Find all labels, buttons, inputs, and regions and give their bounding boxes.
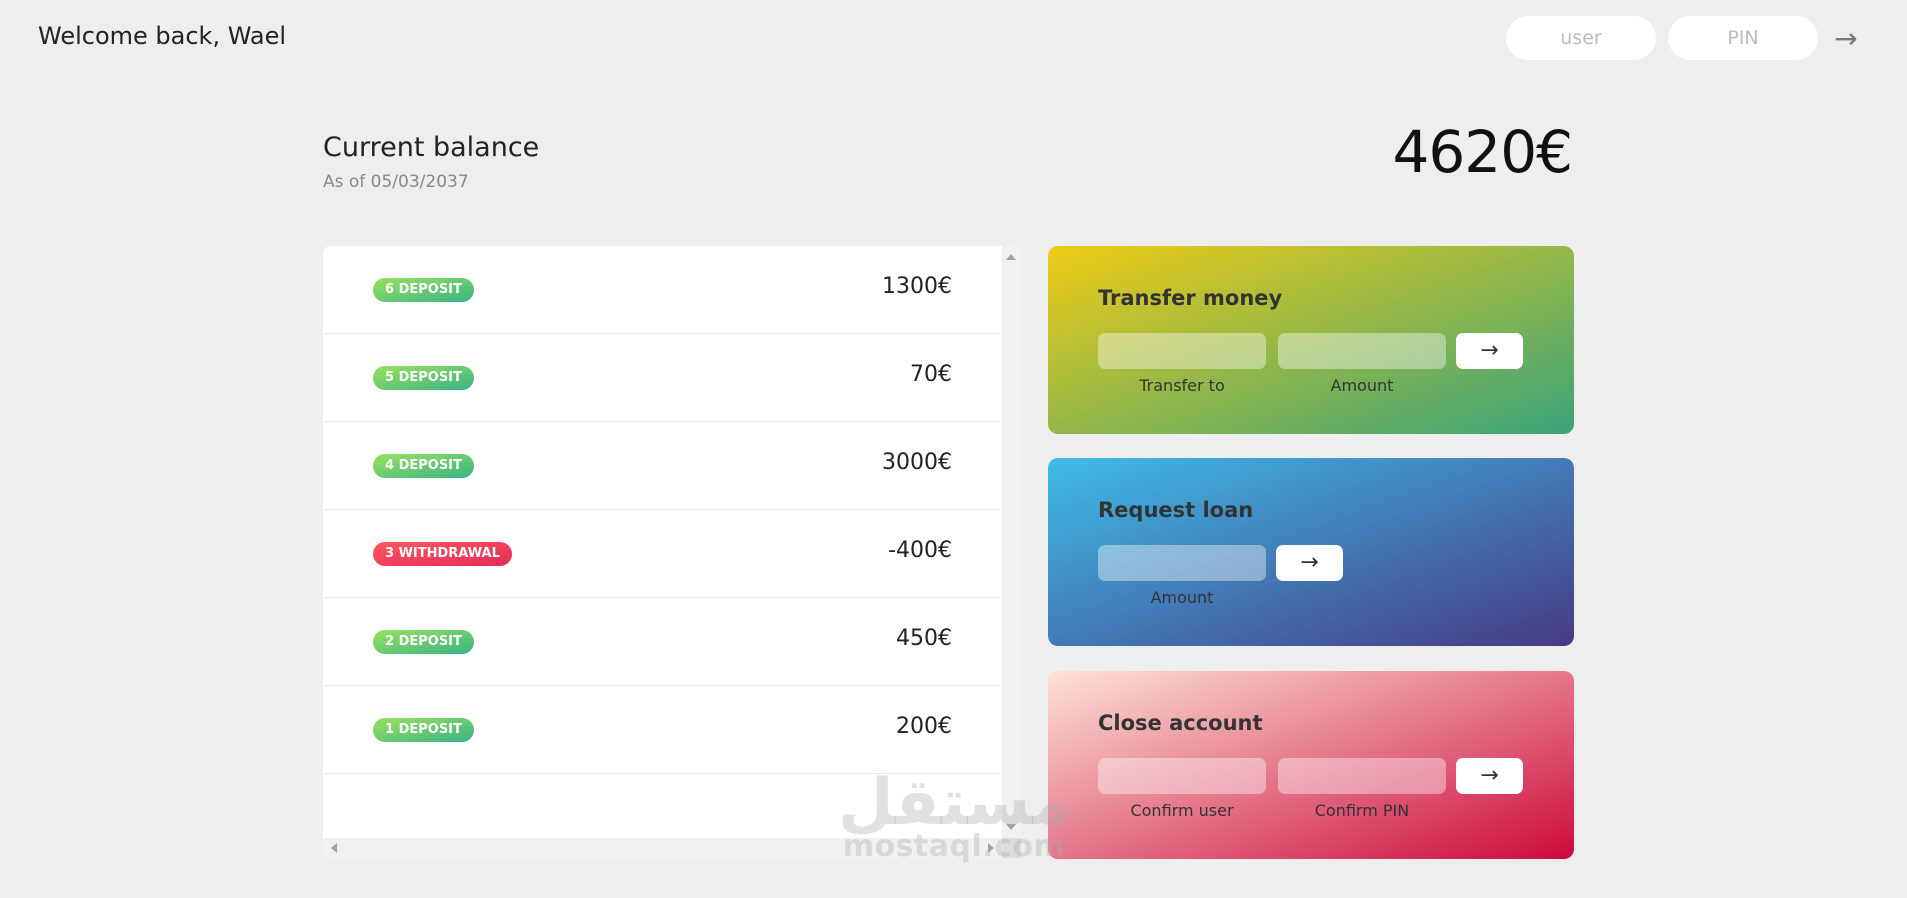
movement-value: 200€ — [896, 714, 952, 739]
transfer-to-input[interactable] — [1098, 333, 1266, 369]
request-loan-card: Request loan → Amount — [1048, 458, 1574, 646]
loan-submit-button[interactable]: → — [1276, 545, 1343, 581]
movement-row: 3 withdrawal -400€ — [323, 510, 1002, 598]
balance-label: Current balance — [323, 132, 540, 163]
movements-list: 6 deposit 1300€ 5 deposit 70€ 4 deposit 3000€… — [323, 246, 1002, 838]
confirm-user-label: Confirm user — [1130, 801, 1234, 820]
loan-amount-label: Amount — [1150, 588, 1214, 607]
transfer-title: Transfer money — [1098, 286, 1283, 310]
scroll-right-arrow-icon[interactable] — [988, 843, 994, 853]
movement-value: 3000€ — [882, 450, 952, 475]
movement-row: 5 deposit 70€ — [323, 334, 1002, 422]
movement-row: 1 deposit 200€ — [323, 686, 1002, 774]
horizontal-scrollbar[interactable] — [323, 838, 1002, 858]
movement-value: 70€ — [910, 362, 952, 387]
welcome-message: Welcome back, Wael — [38, 22, 287, 50]
movement-type-badge: 4 deposit — [373, 454, 474, 478]
movement-type-badge: 3 withdrawal — [373, 542, 512, 566]
confirm-pin-label: Confirm PIN — [1314, 801, 1410, 820]
scroll-left-arrow-icon[interactable] — [331, 843, 337, 853]
login-arrow-button[interactable]: → — [1826, 20, 1866, 56]
movement-type-badge: 1 deposit — [373, 718, 474, 742]
movement-value: 450€ — [896, 626, 952, 651]
scroll-up-arrow-icon[interactable] — [1006, 254, 1016, 260]
movement-value: -400€ — [888, 538, 952, 563]
movement-row: 6 deposit 1300€ — [323, 246, 1002, 334]
loan-amount-input[interactable] — [1098, 545, 1266, 581]
login-user-input[interactable] — [1506, 16, 1656, 60]
movement-value: 1300€ — [882, 274, 952, 299]
balance-value: 4620€ — [1392, 118, 1573, 186]
close-account-card: Close account → Confirm user Confirm PIN — [1048, 671, 1574, 859]
movement-type-badge: 2 deposit — [373, 630, 474, 654]
movements-panel[interactable]: 6 deposit 1300€ 5 deposit 70€ 4 deposit 3000€… — [323, 246, 1021, 858]
balance-date: As of 05/03/2037 — [323, 172, 469, 192]
scroll-down-arrow-icon[interactable] — [1006, 824, 1016, 830]
loan-title: Request loan — [1098, 498, 1254, 522]
movement-type-badge: 5 deposit — [373, 366, 474, 390]
transfer-submit-button[interactable]: → — [1456, 333, 1523, 369]
transfer-amount-input[interactable] — [1278, 333, 1446, 369]
movement-type-badge: 6 deposit — [373, 278, 474, 302]
movement-row: 2 deposit 450€ — [323, 598, 1002, 686]
transfer-to-label: Transfer to — [1139, 376, 1225, 395]
transfer-money-card: Transfer money → Transfer to Amount — [1048, 246, 1574, 434]
vertical-scrollbar[interactable] — [1002, 246, 1021, 838]
transfer-amount-label: Amount — [1330, 376, 1394, 395]
confirm-pin-input[interactable] — [1278, 758, 1446, 794]
close-submit-button[interactable]: → — [1456, 758, 1523, 794]
scrollbar-corner — [1002, 838, 1021, 858]
close-title: Close account — [1098, 711, 1263, 735]
movement-row: 4 deposit 3000€ — [323, 422, 1002, 510]
confirm-user-input[interactable] — [1098, 758, 1266, 794]
login-pin-input[interactable] — [1668, 16, 1818, 60]
top-nav: Welcome back, Wael → — [0, 0, 1907, 78]
